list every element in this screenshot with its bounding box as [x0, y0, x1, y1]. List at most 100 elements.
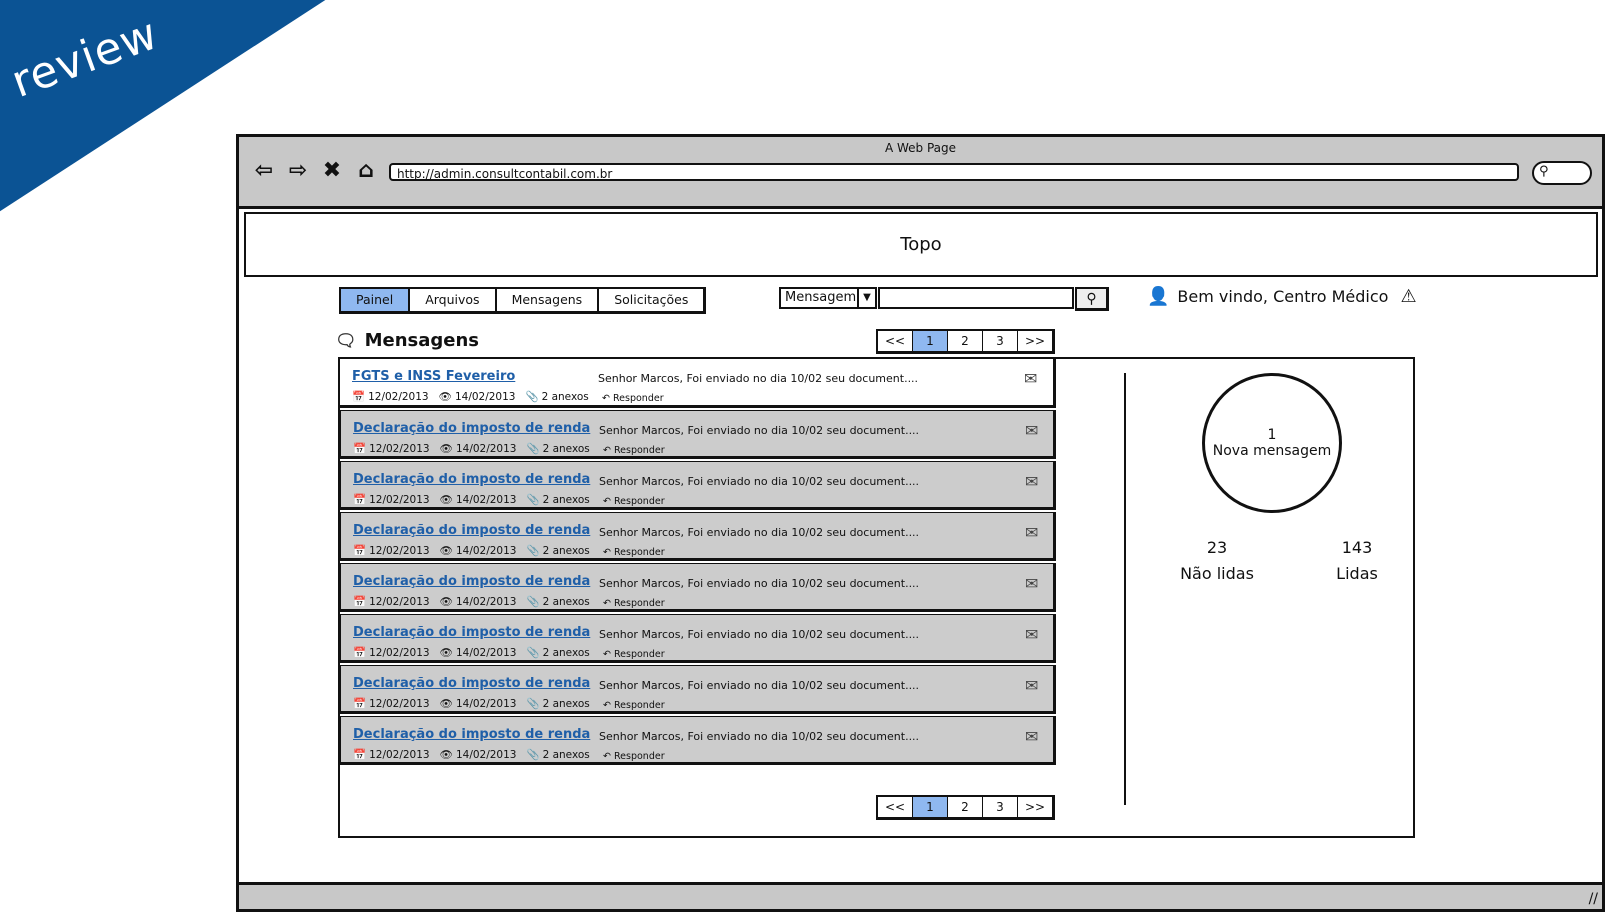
- tab-painel[interactable]: Painel: [341, 289, 411, 311]
- eye-icon: 👁: [439, 749, 453, 761]
- message-subject-link[interactable]: Declaração do imposto de renda: [353, 727, 590, 742]
- message-meta: 📅 12/02/2013 👁 14/02/2013 📎 2 anexos: [353, 442, 590, 456]
- calendar-icon: 📅: [353, 698, 367, 710]
- warning-icon[interactable]: ⚠: [1400, 286, 1416, 307]
- search-input[interactable]: [878, 287, 1074, 309]
- window-title: A Web Page: [884, 141, 957, 155]
- pagination-next[interactable]: >>: [1018, 331, 1052, 351]
- message-subject-link[interactable]: FGTS e INSS Fevereiro: [352, 369, 515, 384]
- reply-link[interactable]: ↶ Responder: [603, 649, 665, 660]
- tab-arquivos[interactable]: Arquivos: [410, 289, 497, 311]
- search-type-value: Mensagem: [785, 290, 857, 305]
- message-attachments[interactable]: 2 anexos: [542, 391, 589, 403]
- tab-solicitacoes[interactable]: Solicitações: [599, 289, 704, 311]
- paperclip-icon: 📎: [526, 698, 540, 710]
- pagination-page-3[interactable]: 3: [983, 797, 1018, 817]
- paperclip-icon: 📎: [526, 545, 540, 557]
- browser-search-field[interactable]: ⚲: [1532, 161, 1592, 185]
- message-subject-link[interactable]: Declaração do imposto de renda: [353, 625, 590, 640]
- message-attachments[interactable]: 2 anexos: [543, 596, 590, 608]
- message-row[interactable]: Declaração do imposto de renda 📅 12/02/201…: [340, 461, 1056, 510]
- message-row[interactable]: Declaração do imposto de renda 📅 12/02/201…: [340, 665, 1056, 714]
- reply-label: Responder: [613, 393, 664, 404]
- pagination-bottom: << 1 2 3 >>: [876, 795, 1055, 820]
- message-attachments[interactable]: 2 anexos: [543, 698, 590, 710]
- message-row[interactable]: Declaração do imposto de renda 📅 12/02/201…: [340, 410, 1056, 459]
- message-date: 12/02/2013: [369, 442, 430, 455]
- message-subject-link[interactable]: Declaração do imposto de renda: [353, 472, 590, 487]
- message-viewed-date: 14/02/2013: [455, 646, 517, 659]
- message-attachments[interactable]: 2 anexos: [543, 545, 590, 557]
- message-row[interactable]: Declaração do imposto de renda 📅 12/02/201…: [340, 563, 1056, 612]
- paperclip-icon: 📎: [526, 647, 540, 659]
- panel-divider: [1124, 373, 1126, 805]
- message-date: 12/02/2013: [369, 646, 430, 659]
- reply-link[interactable]: ↶ Responder: [603, 751, 665, 762]
- forward-icon[interactable]: ⇨: [285, 157, 311, 183]
- message-row[interactable]: FGTS e INSS Fevereiro 📅 12/02/2013 👁 14/02/2…: [340, 359, 1056, 408]
- home-icon[interactable]: ⌂: [353, 157, 379, 183]
- user-icon: 👤: [1147, 286, 1170, 307]
- message-preview: Senhor Marcos, Foi enviado no dia 10/02 …: [599, 526, 920, 539]
- pagination-prev[interactable]: <<: [878, 331, 913, 351]
- message-attachments[interactable]: 2 anexos: [543, 443, 590, 455]
- reply-link[interactable]: ↶ Responder: [603, 547, 665, 558]
- message-row[interactable]: Declaração do imposto de renda 📅 12/02/201…: [340, 716, 1056, 765]
- message-row[interactable]: Declaração do imposto de renda 📅 12/02/201…: [340, 512, 1056, 561]
- reply-link[interactable]: ↶ Responder: [603, 496, 665, 507]
- message-attachments[interactable]: 2 anexos: [543, 749, 590, 761]
- message-preview: Senhor Marcos, Foi enviado no dia 10/02 …: [599, 628, 920, 641]
- pagination-page-2[interactable]: 2: [948, 331, 983, 351]
- calendar-icon: 📅: [353, 545, 367, 557]
- envelope-open-icon: ✉: [1025, 676, 1039, 695]
- pagination-prev[interactable]: <<: [878, 797, 913, 817]
- message-viewed-date: 14/02/2013: [455, 493, 517, 506]
- message-row[interactable]: Declaração do imposto de renda 📅 12/02/201…: [340, 614, 1056, 663]
- chevron-down-icon: ▼: [857, 289, 875, 307]
- message-preview: Senhor Marcos, Foi enviado no dia 10/02 …: [599, 424, 920, 437]
- reply-label: Responder: [614, 547, 665, 558]
- message-meta: 📅 12/02/2013 👁 14/02/2013 📎 2 anexos: [353, 697, 590, 711]
- unread-stat[interactable]: 23 Não lidas: [1162, 535, 1272, 587]
- reply-link[interactable]: ↶ Responder: [602, 393, 664, 404]
- read-label: Lidas: [1336, 564, 1378, 583]
- message-attachments[interactable]: 2 anexos: [543, 647, 590, 659]
- messages-panel: FGTS e INSS Fevereiro 📅 12/02/2013 👁 14/02/2…: [338, 357, 1415, 838]
- search-type-select[interactable]: Mensagem ▼: [779, 287, 877, 309]
- close-icon[interactable]: ✖: [319, 157, 345, 183]
- pagination-page-3[interactable]: 3: [983, 331, 1018, 351]
- pagination-page-1[interactable]: 1: [913, 331, 948, 351]
- message-meta: 📅 12/02/2013 👁 14/02/2013 📎 2 anexos: [353, 544, 590, 558]
- section-heading: 🗨 Mensagens: [335, 330, 479, 351]
- message-subject-link[interactable]: Declaração do imposto de renda: [353, 676, 590, 691]
- paperclip-icon: 📎: [525, 391, 539, 403]
- resize-grip-icon[interactable]: //: [1589, 891, 1598, 907]
- tab-mensagens[interactable]: Mensagens: [496, 289, 600, 311]
- reply-icon: ↶: [603, 547, 611, 558]
- reply-icon: ↶: [603, 598, 611, 609]
- reply-link[interactable]: ↶ Responder: [603, 598, 665, 609]
- read-stat[interactable]: 143 Lidas: [1302, 535, 1412, 587]
- reply-link[interactable]: ↶ Responder: [603, 700, 665, 711]
- reply-label: Responder: [614, 649, 665, 660]
- message-subject-link[interactable]: Declaração do imposto de renda: [353, 421, 590, 436]
- pagination-next[interactable]: >>: [1018, 797, 1052, 817]
- message-attachments[interactable]: 2 anexos: [543, 494, 590, 506]
- pagination-page-1[interactable]: 1: [913, 797, 948, 817]
- search-button[interactable]: ⚲: [1075, 287, 1109, 311]
- message-preview: Senhor Marcos, Foi enviado no dia 10/02 …: [599, 679, 920, 692]
- envelope-icon: ✉: [1024, 369, 1038, 388]
- new-messages-circle[interactable]: 1 Nova mensagem: [1202, 373, 1342, 513]
- message-preview: Senhor Marcos, Foi enviado no dia 10/02 …: [599, 475, 920, 488]
- reply-link[interactable]: ↶ Responder: [603, 445, 665, 456]
- envelope-open-icon: ✉: [1025, 727, 1039, 746]
- message-subject-link[interactable]: Declaração do imposto de renda: [353, 574, 590, 589]
- eye-icon: 👁: [439, 494, 453, 506]
- pagination-page-2[interactable]: 2: [948, 797, 983, 817]
- new-message-label: Nova mensagem: [1212, 443, 1332, 459]
- url-bar[interactable]: http://admin.consultcontabil.com.br: [389, 163, 1519, 181]
- unread-count: 23: [1206, 538, 1228, 557]
- message-subject-link[interactable]: Declaração do imposto de renda: [353, 523, 590, 538]
- eye-icon: 👁: [439, 698, 453, 710]
- back-icon[interactable]: ⇦: [251, 157, 277, 183]
